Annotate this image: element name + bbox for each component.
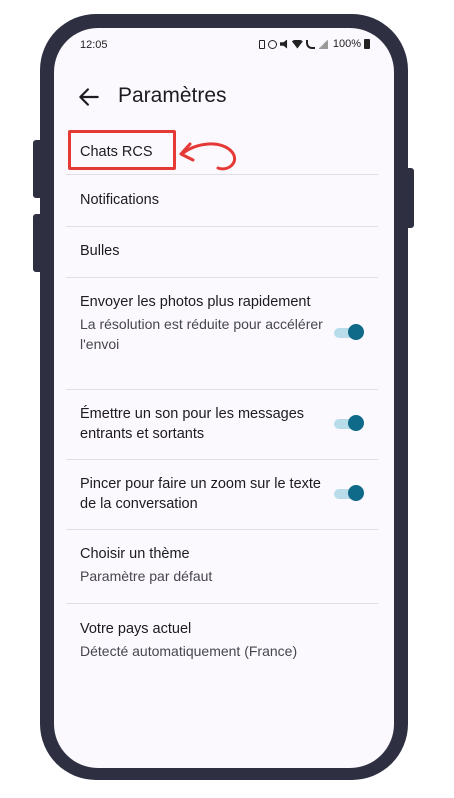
volume-down-button	[33, 214, 43, 272]
back-arrow-icon[interactable]	[76, 84, 102, 110]
alarm-icon	[267, 39, 277, 49]
settings-item-notifications[interactable]: Notifications	[80, 190, 372, 210]
settings-item-send-photos[interactable]: Envoyer les photos plus rapidement La ré…	[80, 292, 324, 354]
wifi-call-icon	[305, 39, 315, 49]
mute-icon	[279, 39, 288, 49]
pinch-zoom-label: Pincer pour faire un zoom sur le texte d…	[80, 476, 321, 512]
battery-saver-icon	[258, 39, 265, 49]
theme-label: Choisir un thème	[80, 546, 190, 562]
signal-icon	[317, 39, 328, 49]
sounds-label: Émettre un son pour les messages entrant…	[80, 406, 305, 442]
volume-up-button	[33, 140, 43, 198]
theme-value: Paramètre par défaut	[80, 568, 213, 584]
divider	[66, 389, 378, 390]
divider	[66, 174, 378, 175]
status-icons: 100%	[258, 38, 370, 50]
status-bar: 12:05 100%	[54, 28, 394, 64]
toggle-thumb	[348, 415, 364, 431]
settings-item-bubbles[interactable]: Bulles	[80, 241, 372, 261]
divider	[66, 277, 378, 278]
settings-item-country[interactable]: Votre pays actuel Détecté automatiquemen…	[80, 619, 372, 661]
status-time: 12:05	[80, 39, 108, 51]
send-photos-label: Envoyer les photos plus rapidement	[80, 294, 311, 310]
divider	[66, 603, 378, 604]
divider	[66, 529, 378, 530]
country-label: Votre pays actuel	[80, 621, 192, 637]
app-header: Paramètres	[54, 78, 394, 118]
divider	[66, 459, 378, 460]
notifications-label: Notifications	[80, 192, 159, 208]
phone-screen: 12:05 100% Paramètres Chats RCS Notifica…	[54, 28, 394, 768]
send-photos-description: La résolution est réduite pour accélérer…	[80, 316, 323, 352]
wifi-icon	[291, 39, 303, 49]
divider	[66, 226, 378, 227]
curved-arrow-left-icon	[179, 142, 237, 171]
power-button	[404, 168, 414, 228]
country-value: Détecté automatiquement (France)	[80, 643, 298, 659]
battery-percent: 100%	[332, 38, 361, 50]
bubbles-label: Bulles	[80, 243, 120, 259]
toggle-thumb	[348, 485, 364, 501]
page-title: Paramètres	[118, 84, 227, 107]
battery-icon	[364, 39, 370, 49]
send-photos-toggle[interactable]	[334, 324, 364, 340]
pinch-zoom-toggle[interactable]	[334, 485, 364, 501]
annotation-highlight-box	[68, 130, 176, 170]
toggle-thumb	[348, 324, 364, 340]
settings-item-sounds[interactable]: Émettre un son pour les messages entrant…	[80, 404, 324, 444]
sounds-toggle[interactable]	[334, 415, 364, 431]
settings-item-pinch-zoom[interactable]: Pincer pour faire un zoom sur le texte d…	[80, 474, 334, 514]
settings-item-theme[interactable]: Choisir un thème Paramètre par défaut	[80, 544, 372, 586]
